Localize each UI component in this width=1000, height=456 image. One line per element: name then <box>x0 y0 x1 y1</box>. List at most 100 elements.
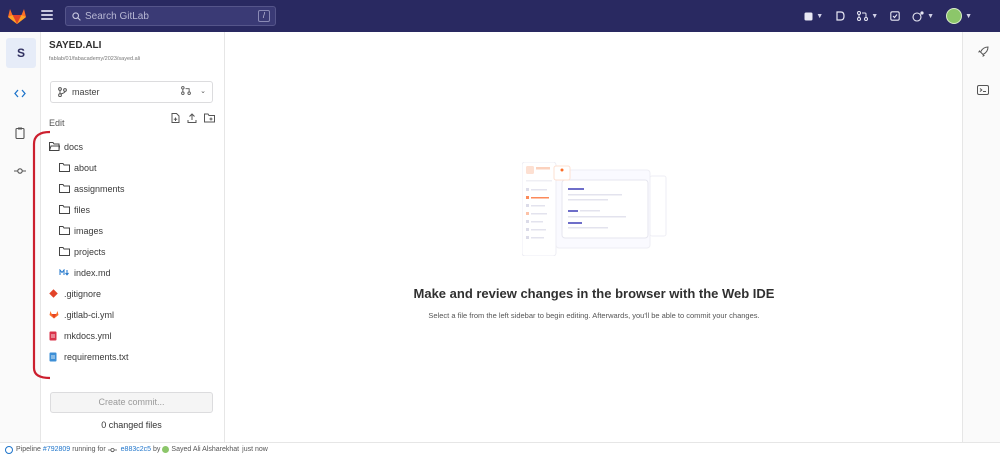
search-input[interactable] <box>85 10 255 22</box>
chevron-down-icon: ⌄ <box>200 87 206 95</box>
project-avatar[interactable]: S <box>6 38 36 68</box>
code-icon <box>14 89 26 97</box>
chevron-down-icon: ▼ <box>965 12 972 20</box>
tree-item-label: files <box>74 204 91 215</box>
tree-item-label: .gitlab-ci.yml <box>64 309 115 320</box>
edit-mode-button[interactable] <box>10 84 30 102</box>
user-avatar <box>162 446 170 453</box>
project-path: fablab/01/fabacademy/2023/sayed.ali <box>49 56 141 62</box>
git-file-icon <box>49 289 60 299</box>
issues-icon <box>836 11 845 21</box>
chevron-down-icon: ▼ <box>816 12 824 20</box>
merge-request-icon <box>181 86 191 95</box>
gitlab-file-icon <box>49 310 60 320</box>
empty-state-title: Make and review changes in the browser w… <box>413 286 775 301</box>
tree-item-gitlab-ci[interactable]: .gitlab-ci.yml <box>49 304 217 325</box>
tree-item-label: docs <box>64 141 84 152</box>
todos-button[interactable] <box>890 11 900 21</box>
by-label: by <box>153 446 161 453</box>
user-menu[interactable]: ▼ <box>946 8 972 24</box>
running-for-label: running for <box>72 446 106 453</box>
editor-area: Make and review changes in the browser w… <box>226 32 962 442</box>
file-tree: docs about assignments files images proj… <box>49 136 217 367</box>
terminal-button[interactable] <box>976 83 990 97</box>
branch-selector[interactable]: master ⌄ <box>50 81 213 103</box>
folder-icon <box>59 163 70 173</box>
folder-icon <box>59 205 70 215</box>
pipeline-label: Pipeline <box>16 446 41 453</box>
status-bar: Pipeline #792809 running for e883c2c5 by… <box>0 442 1000 456</box>
tree-item-mkdocs[interactable]: mkdocs.yml <box>49 325 217 346</box>
tree-item-docs[interactable]: docs <box>49 136 217 157</box>
file-sidebar: SAYED.ALI fablab/01/fabacademy/2023/saye… <box>41 32 225 442</box>
tree-item-label: .gitignore <box>64 288 102 299</box>
commit-sha-link[interactable]: e883c2c5 <box>121 446 151 453</box>
folder-icon <box>59 247 70 257</box>
chevron-down-icon: ▼ <box>927 12 935 20</box>
review-mode-button[interactable] <box>10 124 30 142</box>
changed-files-count: 0 changed files <box>101 420 162 430</box>
merge-requests-dropdown[interactable]: ▼ <box>857 11 878 21</box>
tree-item-projects[interactable]: projects <box>49 241 217 262</box>
markdown-file-icon <box>59 268 70 278</box>
right-pane-bar <box>962 32 1000 442</box>
search-shortcut-badge: / <box>258 10 270 22</box>
branch-icon <box>58 87 67 97</box>
search-icon <box>72 11 81 21</box>
tree-item-label: images <box>74 225 104 236</box>
rocket-icon <box>978 46 989 57</box>
pipelines-button[interactable] <box>976 45 990 59</box>
issues-button[interactable] <box>835 11 845 21</box>
commit-icon <box>107 447 117 452</box>
commit-mode-button[interactable] <box>10 162 30 180</box>
empty-state-description: Select a file from the left sidebar to b… <box>428 311 760 320</box>
edit-label: Edit <box>49 118 65 128</box>
todo-icon <box>890 11 900 21</box>
yaml-file-icon <box>49 331 60 341</box>
web-ide-illustration <box>522 162 667 256</box>
create-new-dropdown[interactable]: ▼ <box>804 12 823 21</box>
tree-item-requirements[interactable]: requirements.txt <box>49 346 217 367</box>
user-avatar <box>946 8 963 24</box>
commit-time: just now <box>242 446 268 453</box>
tree-item-label: index.md <box>74 267 111 278</box>
branch-actions[interactable]: ⌄ <box>181 86 206 95</box>
new-file-icon[interactable] <box>171 113 180 123</box>
tree-item-label: assignments <box>74 183 125 194</box>
help-dropdown[interactable]: ▼ <box>912 10 935 22</box>
activity-bar: S <box>0 32 41 442</box>
upload-icon[interactable] <box>187 113 197 123</box>
pipeline-link[interactable]: #792809 <box>43 446 70 453</box>
menu-icon[interactable] <box>41 10 53 20</box>
folder-icon <box>59 184 70 194</box>
tree-item-label: requirements.txt <box>64 351 129 362</box>
search-box[interactable]: / <box>65 6 276 26</box>
plus-square-icon <box>804 12 813 20</box>
tree-item-about[interactable]: about <box>49 157 217 178</box>
tree-item-label: mkdocs.yml <box>64 330 112 341</box>
commit-icon <box>14 168 26 174</box>
tree-item-label: about <box>74 162 97 173</box>
help-icon <box>912 10 924 22</box>
text-file-icon <box>49 352 60 362</box>
pipeline-status-icon <box>5 445 13 454</box>
tree-item-gitignore[interactable]: .gitignore <box>49 283 217 304</box>
project-name[interactable]: SAYED.ALI <box>49 40 101 51</box>
new-folder-icon[interactable] <box>204 113 215 123</box>
tree-item-index-md[interactable]: index.md <box>49 262 217 283</box>
tree-item-images[interactable]: images <box>49 220 217 241</box>
commit-author[interactable]: Sayed Ali Alsharekhat <box>171 446 239 453</box>
branch-name: master <box>72 87 100 97</box>
tree-item-assignments[interactable]: assignments <box>49 178 217 199</box>
tree-item-files[interactable]: files <box>49 199 217 220</box>
create-commit-button[interactable]: Create commit... <box>50 392 213 413</box>
top-navbar: / ▼ ▼ ▼ ▼ <box>0 0 1000 32</box>
tree-item-label: projects <box>74 246 106 257</box>
folder-open-icon <box>49 142 60 152</box>
merge-request-icon <box>857 11 869 21</box>
folder-icon <box>59 226 70 236</box>
terminal-icon <box>977 85 989 95</box>
edit-toolbar: Edit <box>49 113 215 128</box>
gitlab-logo-icon[interactable] <box>7 7 27 25</box>
navbar-actions: ▼ ▼ ▼ ▼ <box>792 0 972 32</box>
